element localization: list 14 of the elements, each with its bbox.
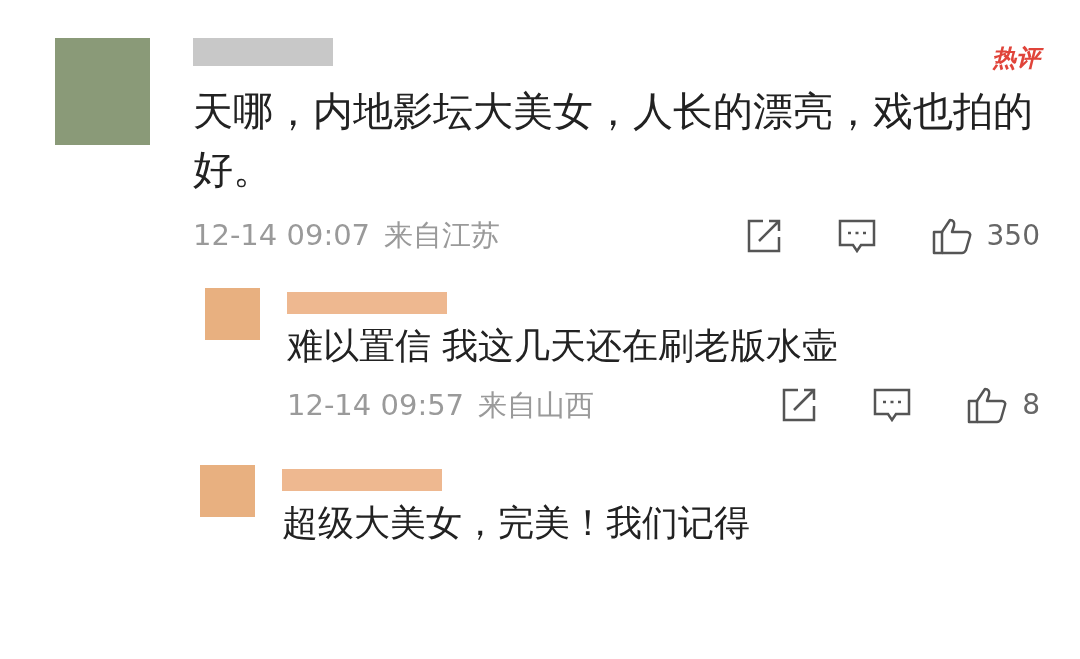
comment-location: 来自山西 — [478, 386, 595, 424]
comment-icon[interactable] — [872, 387, 913, 424]
comment-text: 超级大美女，完美！我们记得 — [282, 501, 751, 545]
thumbs-up-icon[interactable] — [966, 385, 1009, 426]
comment-time: 12-14 09:07 — [193, 217, 371, 254]
comment-time: 12-14 09:57 — [287, 386, 465, 424]
comment-text: 难以置信 我这几天还在刷老版水壶 — [287, 323, 840, 368]
comment-location: 来自江苏 — [384, 217, 501, 254]
avatar-placeholder — [205, 287, 260, 340]
comment-icon[interactable] — [836, 217, 877, 254]
comment-text: 天哪，内地影坛大美女，人长的漂亮，戏也拍的好。 — [193, 87, 1034, 194]
avatar-placeholder — [200, 465, 255, 517]
like-count: 350 — [986, 217, 1040, 254]
like-count: 8 — [1022, 387, 1040, 424]
